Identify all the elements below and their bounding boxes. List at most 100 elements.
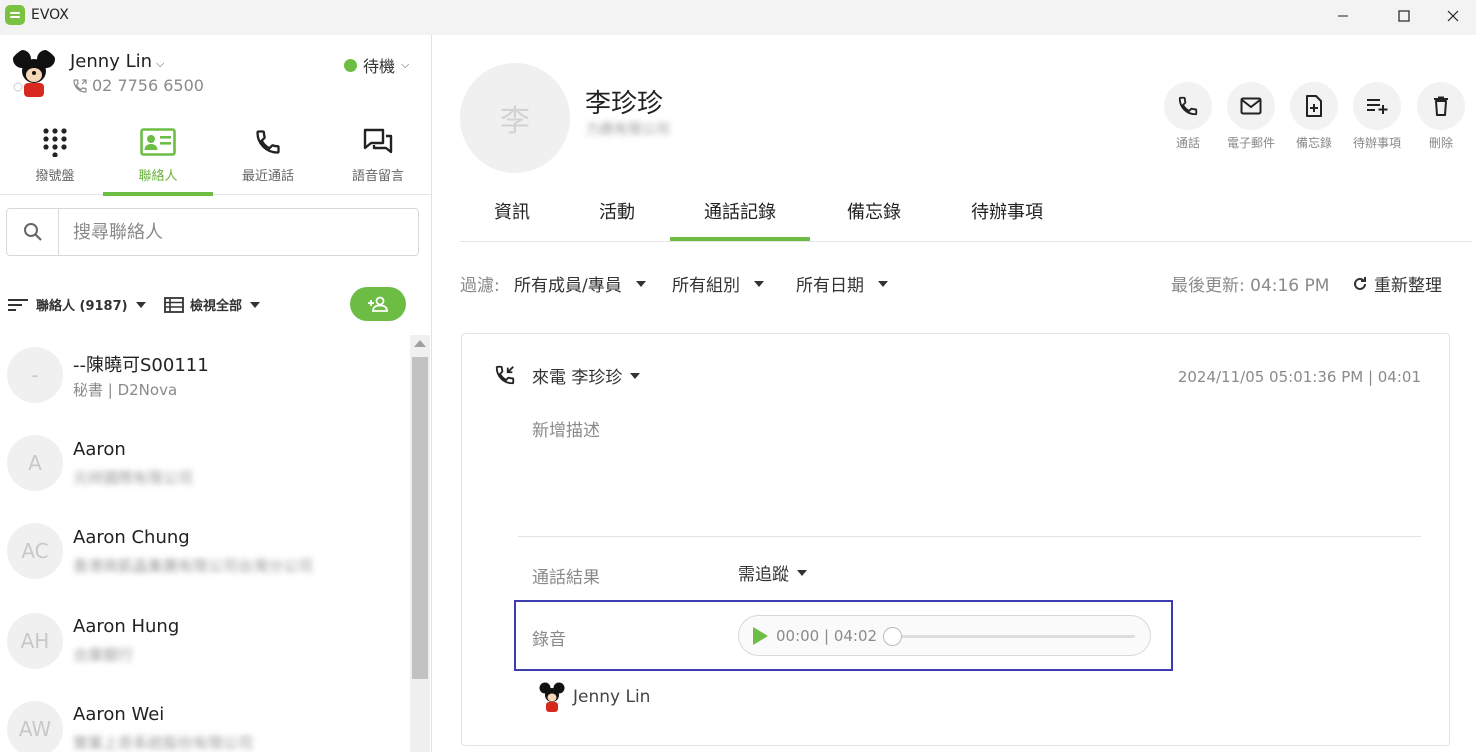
nav-tab-label: 聯絡人 xyxy=(138,169,178,184)
nav-tab-recent-calls[interactable]: 最近通話 xyxy=(213,121,323,195)
group-filter-dropdown[interactable]: 所有組別 xyxy=(672,271,764,296)
title-bar: EVOX xyxy=(0,0,1476,35)
nav-tab-contacts[interactable]: 聯絡人 xyxy=(103,121,213,196)
user-avatar[interactable] xyxy=(8,47,60,99)
tab-activity[interactable]: 活動 xyxy=(599,198,635,224)
caret-down-icon xyxy=(635,280,646,287)
chevron-down-icon: ⌵ xyxy=(156,57,165,70)
delete-action-button[interactable]: 刪除 xyxy=(1410,82,1472,151)
recording-label: 錄音 xyxy=(532,630,566,650)
group-filter-value: 所有組別 xyxy=(672,276,740,296)
search-input[interactable] xyxy=(59,220,399,244)
call-result-dropdown[interactable]: 需追蹤 xyxy=(738,560,807,585)
audio-player: 00:00 | 04:02 xyxy=(738,615,1151,656)
contact-name: Aaron xyxy=(73,439,126,460)
contact-company: 力鼎有限公司 xyxy=(586,122,670,138)
call-type-label: 來電 李珍珍 xyxy=(532,368,623,388)
sort-dropdown[interactable]: 聯絡人 (9187) xyxy=(8,295,146,314)
scroll-up-icon[interactable] xyxy=(414,340,426,347)
memo-action-button[interactable]: 備忘錄 xyxy=(1283,82,1345,151)
todo-action-button[interactable]: 待辦事項 xyxy=(1346,82,1408,151)
nav-tab-dialpad[interactable]: 撥號盤 xyxy=(0,121,110,195)
audio-seek-handle[interactable] xyxy=(883,627,902,646)
tab-info[interactable]: 資訊 xyxy=(494,198,530,224)
sidebar: Jenny Lin ⌵ 02 7756 6500 待機 ⌵ 撥號盤 聯絡人 最近… xyxy=(0,35,432,752)
view-label: 檢視全部 xyxy=(190,299,243,314)
list-item[interactable]: - --陳曉可S00111 秘書 | D2Nova xyxy=(0,335,408,423)
tab-todo[interactable]: 待辦事項 xyxy=(971,198,1043,224)
nav-tab-voicemail[interactable]: 語音留言 xyxy=(323,121,433,195)
sort-lines-icon xyxy=(8,298,28,311)
nav-tab-label: 語音留言 xyxy=(351,169,404,184)
refresh-icon xyxy=(1354,276,1366,290)
contact-avatar-large: 李 xyxy=(460,63,570,173)
contact-subtitle: 元祥國際有限公司 xyxy=(73,469,194,487)
minimize-button[interactable] xyxy=(1320,0,1366,32)
contact-name: Aaron Chung xyxy=(73,527,190,548)
audio-seek-track[interactable] xyxy=(893,635,1135,638)
refresh-button[interactable]: 重新整理 xyxy=(1352,271,1442,296)
call-action-button[interactable]: 通話 xyxy=(1157,82,1219,151)
call-result-value: 需追蹤 xyxy=(738,565,789,585)
caret-down-icon xyxy=(630,372,641,379)
status-label: 待機 xyxy=(363,57,396,76)
task-add-icon xyxy=(1353,82,1401,130)
contact-name: Aaron Wei xyxy=(73,704,165,725)
email-action-button[interactable]: 電子郵件 xyxy=(1220,82,1282,151)
caret-down-icon xyxy=(135,301,146,308)
scroll-thumb[interactable] xyxy=(412,357,428,679)
list-item[interactable]: AH Aaron Hung 合庫銀行 xyxy=(0,599,408,687)
user-phone: 02 7756 6500 xyxy=(72,76,204,95)
list-toolbar: 聯絡人 (9187) 檢視全部 xyxy=(0,283,432,327)
contact-search xyxy=(6,208,419,256)
member-filter-dropdown[interactable]: 所有成員/專員 xyxy=(514,271,646,296)
contact-name: --陳曉可S00111 xyxy=(73,355,209,376)
action-label: 待辦事項 xyxy=(1352,136,1401,150)
action-label: 刪除 xyxy=(1428,136,1453,150)
date-filter-dropdown[interactable]: 所有日期 xyxy=(796,271,888,296)
user-name-dropdown[interactable]: Jenny Lin ⌵ xyxy=(70,51,164,72)
status-dropdown[interactable]: 待機 ⌵ xyxy=(344,53,409,77)
call-owner-name: Jenny Lin xyxy=(573,687,651,707)
contact-avatar: A xyxy=(7,435,63,491)
close-button[interactable] xyxy=(1430,0,1476,32)
last-updated: 最後更新: 04:16 PM xyxy=(1171,276,1330,296)
maximize-button[interactable] xyxy=(1381,0,1427,32)
list-item[interactable]: AW Aaron Wei 實業上奇系統股份有限公司 xyxy=(0,687,408,752)
filter-label: 過濾: xyxy=(460,276,500,296)
list-view-icon xyxy=(164,296,184,313)
play-icon[interactable] xyxy=(753,627,768,645)
divider xyxy=(518,536,1421,537)
contact-name: 李珍珍 xyxy=(585,89,664,119)
contact-card-icon xyxy=(103,125,213,159)
add-contact-button[interactable] xyxy=(350,287,406,321)
sort-label: 聯絡人 (9187) xyxy=(36,299,128,314)
detail-tabs: 資訊 活動 通話記錄 備忘錄 待辦事項 xyxy=(460,190,1472,242)
tab-memo[interactable]: 備忘錄 xyxy=(847,198,901,224)
nav-tab-label: 最近通話 xyxy=(241,169,294,184)
caret-down-icon xyxy=(797,569,807,576)
contact-subtitle: 合庫銀行 xyxy=(73,646,134,664)
call-type-dropdown[interactable]: 來電 李珍珍 xyxy=(532,363,641,388)
list-item[interactable]: A Aaron 元祥國際有限公司 xyxy=(0,423,408,511)
contact-subtitle: 秘書 | D2Nova xyxy=(73,381,178,399)
contact-subtitle: 香港商凱晶集團有限公司台灣分公司 xyxy=(73,557,314,575)
contact-list: - --陳曉可S00111 秘書 | D2Nova A Aaron 元祥國際有限… xyxy=(0,335,408,752)
user-name: Jenny Lin xyxy=(70,51,153,72)
search-icon xyxy=(7,209,59,255)
chevron-down-icon: ⌵ xyxy=(401,58,410,71)
view-dropdown[interactable]: 檢視全部 xyxy=(164,295,261,314)
mouse-avatar-icon xyxy=(13,50,55,97)
call-record-card: 來電 李珍珍 2024/11/05 05:01:36 PM | 04:01 新增… xyxy=(461,333,1450,746)
phone-out-icon xyxy=(73,78,87,93)
phone-icon xyxy=(213,125,323,159)
trash-icon xyxy=(1417,82,1465,130)
caret-down-icon xyxy=(754,280,764,287)
contact-list-scrollbar[interactable] xyxy=(410,335,430,752)
filter-bar: 過濾: 所有成員/專員 所有組別 所有日期 最後更新: 04:16 PM 重新整… xyxy=(460,271,1460,301)
add-user-icon xyxy=(368,296,388,312)
add-description-field[interactable]: 新增描述 xyxy=(532,416,600,441)
list-item[interactable]: AC Aaron Chung 香港商凱晶集團有限公司台灣分公司 xyxy=(0,511,408,599)
tab-call-history[interactable]: 通話記錄 xyxy=(670,198,810,241)
caret-down-icon xyxy=(878,280,888,287)
